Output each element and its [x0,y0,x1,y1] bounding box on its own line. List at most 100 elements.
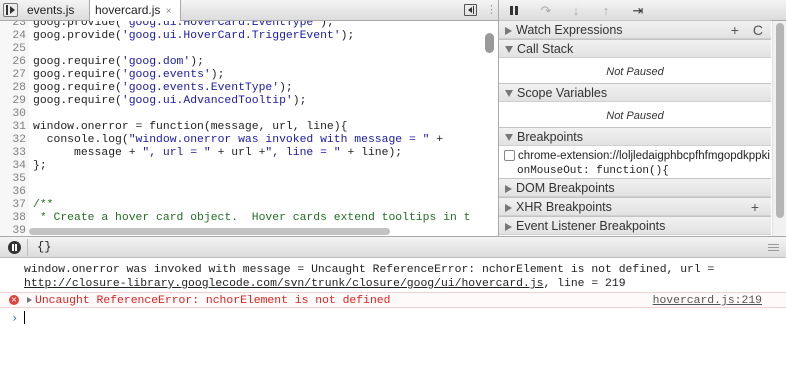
breakpoints-header[interactable]: Breakpoints [499,127,771,146]
code-line[interactable]: 32 console.log("window.onerror was invok… [0,134,443,147]
line-number[interactable]: 31 [0,121,26,134]
call-stack-label: Call Stack [517,42,574,56]
code-line[interactable]: 23 goog.provide('goog.ui.HoverCard.EventT… [0,21,334,30]
deactivate-breakpoints-icon[interactable]: ⇥ [627,0,649,21]
debugger-sidebar: ↷ ↓ ↑ ⇥ Watch Expressions + C Call Stack… [498,0,786,236]
add-watch-icon[interactable]: + [731,22,739,38]
console-log-tail: , line = 219 [543,278,626,290]
line-number[interactable]: 35 [0,173,26,186]
event-listener-breakpoints-header[interactable]: Event Listener Breakpoints [499,216,771,235]
code-line[interactable]: 29 goog.require('goog.ui.AdvancedTooltip'… [0,95,306,108]
xhr-breakpoints-header[interactable]: XHR Breakpoints + [499,197,771,216]
tab-events-js[interactable]: events.js [22,0,79,21]
show-navigator-icon[interactable] [3,3,18,17]
code-line[interactable]: 24 goog.provide('goog.ui.HoverCard.Trigge… [0,30,354,43]
expand-error-triangle-icon[interactable] [27,297,32,303]
breakpoint-code: onMouseOut: function(){ [517,165,669,177]
code-line[interactable]: 25 [0,43,33,56]
line-number[interactable]: 36 [0,186,26,199]
scope-variables-header[interactable]: Scope Variables [499,83,771,102]
expanded-triangle-icon [505,134,513,142]
tab-hovercard-label: hovercard.js [95,3,161,17]
refresh-watch-icon[interactable]: C [753,22,763,38]
string-literal: 'goog.dom' [121,56,191,68]
dom-breakpoints-header[interactable]: DOM Breakpoints [499,178,771,197]
code-line[interactable]: 35 [0,173,33,186]
string-literal: 'goog.events.EventType' [121,82,280,94]
line-number[interactable]: 33 [0,147,26,160]
code-token: goog.provide( [33,21,122,29]
sidebar-scroll-thumb[interactable] [776,23,784,218]
step-into-icon[interactable]: ↓ [567,0,585,21]
console-error-row[interactable]: × Uncaught ReferenceError: nchorElement … [0,292,786,308]
console-input-caret[interactable] [24,311,25,324]
step-over-icon[interactable]: ↷ [537,0,555,21]
expanded-triangle-icon [505,90,513,98]
line-number[interactable]: 29 [0,95,26,108]
call-stack-header[interactable]: Call Stack [499,39,771,58]
code-line[interactable]: 33 message + ", url = " + url +", line =… [0,147,402,160]
code-line[interactable]: 37 /** [0,199,54,212]
pane-resizer-grip[interactable]: ⋮ [486,3,497,16]
line-number[interactable]: 37 [0,199,26,212]
line-number[interactable]: 39 [0,225,26,236]
line-number[interactable]: 27 [0,69,26,82]
code-token: ); [292,95,307,107]
dom-breakpoints-label: DOM Breakpoints [516,181,615,195]
sidebar-scrollbar[interactable] [772,21,786,236]
breakpoint-code-line[interactable]: onMouseOut: function(){ [517,163,783,177]
expanded-triangle-icon [505,46,513,54]
string-literal: 'goog.ui.HoverCard.EventType' [121,21,321,29]
breakpoint-checkbox[interactable] [504,150,515,161]
pause-on-exceptions-icon[interactable] [8,241,21,254]
code-line[interactable]: 30 [0,108,33,121]
collapsed-triangle-icon [505,184,512,193]
line-number[interactable]: 32 [0,134,26,147]
toolbar-divider [27,239,28,256]
error-source-link[interactable]: hovercard.js:219 [653,294,762,308]
line-number[interactable]: 26 [0,56,26,69]
line-number[interactable]: 34 [0,160,26,173]
code-line[interactable]: 36 [0,186,33,199]
pause-script-icon[interactable] [505,0,523,21]
editor-horizontal-scrollbar[interactable] [29,228,390,235]
console-log-url[interactable]: http://closure-library.googlecode.com/sv… [24,278,544,290]
string-literal: ", line = " [265,147,341,159]
console-panel[interactable]: window.onerror was invoked with message … [0,258,786,373]
add-xhr-breakpoint-icon[interactable]: + [751,198,759,217]
watch-expressions-header[interactable]: Watch Expressions + C [499,20,771,39]
code-line[interactable]: 31 window.onerror = function(message, url… [0,121,347,134]
line-number[interactable]: 28 [0,82,26,95]
code-token: console.log( [33,134,129,146]
step-out-icon[interactable]: ↑ [597,0,615,21]
code-token: + [429,134,444,146]
close-tab-icon[interactable]: × [166,6,172,17]
code-line[interactable]: 27 goog.require('goog.events'); [0,69,224,82]
scope-variables-label: Scope Variables [517,86,608,100]
code-comment: /** [33,199,54,211]
code-line[interactable]: 34}; [0,160,46,173]
code-line[interactable]: 38 * Create a hover card object. Hover c… [0,212,470,225]
code-token: ); [340,30,355,42]
code-token: ); [320,21,334,29]
line-number[interactable]: 30 [0,108,26,121]
line-number[interactable]: 38 [0,212,26,225]
code-token: goog.require( [33,82,122,94]
toggle-debugger-pane-icon[interactable] [464,4,477,16]
code-line[interactable]: 26 goog.require('goog.dom'); [0,56,204,69]
line-number[interactable]: 23 [0,21,26,30]
code-line[interactable]: 28 goog.require('goog.events.EventType'); [0,82,292,95]
console-resize-grip[interactable] [768,244,779,251]
scope-status: Not Paused [606,110,664,122]
string-literal: 'goog.ui.AdvancedTooltip' [121,95,293,107]
pretty-print-button[interactable]: {} [37,238,51,257]
collapsed-triangle-icon [505,203,512,212]
line-number[interactable]: 25 [0,43,26,56]
tab-hovercard-js[interactable]: hovercard.js × [89,0,181,22]
source-editor[interactable]: 23 goog.provide('goog.ui.HoverCard.EventT… [0,21,498,236]
breakpoint-item[interactable]: chrome-extension://loljledaigphbcpfhfmgo… [504,149,770,163]
editor-vertical-scrollbar[interactable] [485,33,494,53]
line-number[interactable]: 24 [0,30,26,43]
editor-tab-bar: events.js hovercard.js × ⋮ [0,0,498,22]
debugger-toolbar: ↷ ↓ ↑ ⇥ [499,0,786,21]
